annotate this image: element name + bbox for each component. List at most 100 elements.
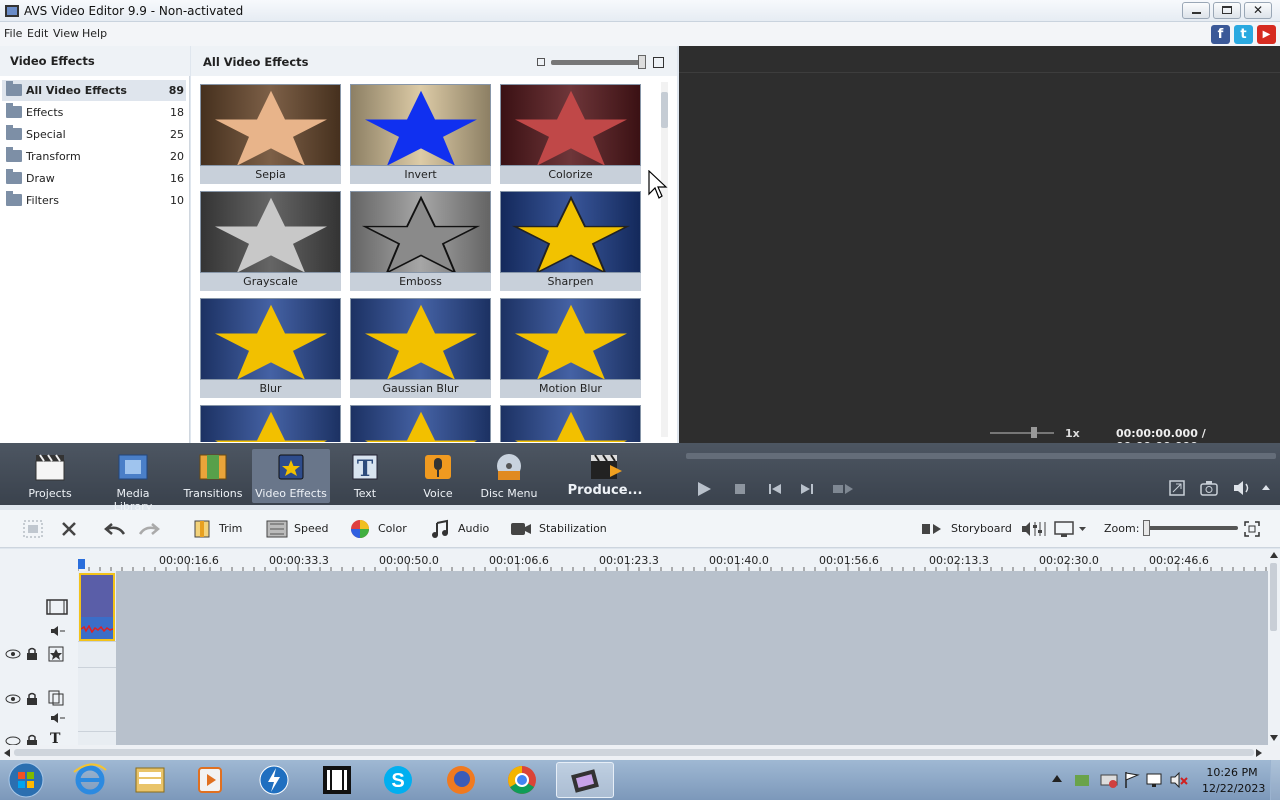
video-editor-icon[interactable] bbox=[309, 762, 365, 798]
next-frame-icon[interactable] bbox=[800, 483, 814, 495]
toolbar-projects-button[interactable]: Projects bbox=[20, 449, 80, 503]
effect-tile-grayscale[interactable]: Grayscale bbox=[200, 191, 341, 291]
volume-icon[interactable] bbox=[1232, 479, 1252, 497]
trim-button[interactable]: Trim bbox=[219, 522, 242, 535]
speed-slider-handle[interactable] bbox=[1031, 427, 1037, 438]
menu-view[interactable]: View bbox=[53, 27, 79, 40]
delete-icon[interactable] bbox=[61, 521, 77, 537]
stabilization-camera-icon[interactable] bbox=[510, 520, 532, 538]
effect-tile-emboss[interactable]: Emboss bbox=[350, 191, 491, 291]
color-wheel-icon[interactable] bbox=[350, 519, 370, 539]
start-button-icon[interactable] bbox=[6, 761, 46, 799]
audio-track-mute-icon[interactable] bbox=[50, 625, 66, 637]
tree-item-effects[interactable]: Effects 18 bbox=[2, 102, 186, 123]
eye-icon[interactable] bbox=[5, 649, 21, 659]
color-button[interactable]: Color bbox=[378, 522, 407, 535]
eye-icon[interactable] bbox=[5, 694, 21, 704]
audio-mixer-icon[interactable] bbox=[1020, 520, 1046, 538]
fullscreen-icon[interactable] bbox=[1169, 480, 1185, 496]
effect-tile-sepia[interactable]: Sepia bbox=[200, 84, 341, 184]
close-button[interactable]: ✕ bbox=[1244, 2, 1272, 19]
toolbar-text-button[interactable]: T Text bbox=[330, 449, 400, 503]
playhead-marker[interactable] bbox=[78, 559, 85, 569]
playback-seek-bar[interactable] bbox=[686, 453, 1276, 459]
storyboard-icon[interactable] bbox=[921, 521, 945, 537]
effect-tile[interactable] bbox=[500, 405, 641, 442]
avs-taskbar-button[interactable] bbox=[556, 762, 614, 798]
toolbar-disc-menu-button[interactable]: Disc Menu bbox=[474, 449, 544, 503]
effect-tile-invert[interactable]: Invert bbox=[350, 84, 491, 184]
tree-item-transform[interactable]: Transform 20 bbox=[2, 146, 186, 167]
stabilization-button[interactable]: Stabilization bbox=[539, 522, 607, 535]
toolbar-video-effects-button[interactable]: Video Effects bbox=[252, 449, 330, 503]
storyboard-button[interactable]: Storyboard bbox=[951, 522, 1012, 535]
hscroll-thumb[interactable] bbox=[14, 749, 1254, 756]
volume-dropdown-icon[interactable] bbox=[1261, 484, 1271, 492]
effect-tile[interactable] bbox=[200, 405, 341, 442]
redo-icon[interactable] bbox=[138, 521, 160, 537]
stop-icon[interactable] bbox=[734, 483, 746, 495]
grid-scrollbar[interactable] bbox=[661, 82, 668, 437]
speed-icon[interactable] bbox=[266, 520, 288, 538]
video-clip[interactable] bbox=[79, 573, 115, 641]
audio-note-icon[interactable] bbox=[430, 519, 450, 539]
speed-slider[interactable] bbox=[990, 432, 1054, 434]
toolbar-voice-button[interactable]: Voice bbox=[402, 449, 474, 503]
trim-icon[interactable] bbox=[192, 519, 212, 539]
tray-display-icon[interactable] bbox=[1146, 772, 1164, 788]
toolbar-produce-button[interactable]: Produce... bbox=[562, 449, 648, 503]
effect-tile-colorize[interactable]: Colorize bbox=[500, 84, 641, 184]
effect-tile-gaussian-blur[interactable]: Gaussian Blur bbox=[350, 298, 491, 398]
lock-icon[interactable] bbox=[26, 647, 38, 661]
play-icon[interactable] bbox=[696, 481, 712, 497]
facebook-icon[interactable]: f bbox=[1211, 25, 1230, 44]
skype-icon[interactable]: S bbox=[370, 762, 426, 798]
flash-app-icon[interactable] bbox=[246, 762, 302, 798]
effect-tile[interactable] bbox=[350, 405, 491, 442]
media-player-icon[interactable] bbox=[183, 762, 239, 798]
tray-network-icon[interactable] bbox=[1100, 772, 1118, 788]
minimize-button[interactable] bbox=[1182, 2, 1210, 19]
tray-app-icon[interactable] bbox=[1074, 772, 1092, 788]
eye-icon[interactable] bbox=[5, 736, 21, 745]
tree-item-all-video-effects[interactable]: All Video Effects 89 bbox=[2, 80, 186, 101]
tree-item-draw[interactable]: Draw 16 bbox=[2, 168, 186, 189]
timeline-hscroll[interactable] bbox=[0, 745, 1280, 760]
internet-explorer-icon[interactable] bbox=[62, 762, 118, 798]
lock-icon[interactable] bbox=[26, 734, 38, 745]
show-desktop-button[interactable] bbox=[1270, 760, 1280, 800]
select-all-icon[interactable] bbox=[22, 519, 44, 539]
effect-tile-sharpen[interactable]: Sharpen bbox=[500, 191, 641, 291]
chrome-icon[interactable] bbox=[494, 762, 550, 798]
file-explorer-icon[interactable] bbox=[122, 762, 178, 798]
zoom-slider-handle[interactable] bbox=[1143, 520, 1150, 536]
action-center-flag-icon[interactable] bbox=[1124, 771, 1140, 789]
grid-scrollbar-thumb[interactable] bbox=[661, 92, 668, 128]
thumb-size-handle[interactable] bbox=[638, 55, 646, 69]
toolbar-transitions-button[interactable]: Transitions bbox=[178, 449, 248, 503]
speaker-muted-icon[interactable] bbox=[1170, 772, 1188, 788]
timeline-vscroll[interactable] bbox=[1268, 549, 1280, 745]
toolbar-media-library-button[interactable]: Media Library bbox=[97, 449, 169, 513]
lock-icon[interactable] bbox=[26, 692, 38, 706]
menu-file[interactable]: File bbox=[4, 27, 22, 40]
twitter-icon[interactable]: t bbox=[1234, 25, 1253, 44]
previous-frame-icon[interactable] bbox=[768, 483, 782, 495]
effect-tile-blur[interactable]: Blur bbox=[200, 298, 341, 398]
tree-item-filters[interactable]: Filters 10 bbox=[2, 190, 186, 211]
audio-track-mute-icon[interactable] bbox=[50, 712, 66, 724]
audio-button[interactable]: Audio bbox=[458, 522, 489, 535]
tree-item-special[interactable]: Special 25 bbox=[2, 124, 186, 145]
frame-step-icon[interactable] bbox=[832, 483, 854, 495]
undo-icon[interactable] bbox=[104, 521, 126, 537]
timeline-tracks[interactable] bbox=[78, 571, 1268, 745]
thumb-size-slider[interactable] bbox=[551, 60, 643, 65]
zoom-slider[interactable] bbox=[1144, 526, 1238, 530]
menu-help[interactable]: Help bbox=[82, 27, 107, 40]
show-hidden-icons[interactable] bbox=[1052, 774, 1062, 782]
fit-timeline-icon[interactable] bbox=[1244, 521, 1260, 537]
maximize-button[interactable] bbox=[1213, 2, 1241, 19]
system-clock[interactable]: 10:26 PM 12/22/2023 bbox=[1202, 765, 1265, 797]
effect-tile-motion-blur[interactable]: Motion Blur bbox=[500, 298, 641, 398]
snapshot-camera-icon[interactable] bbox=[1200, 480, 1218, 496]
